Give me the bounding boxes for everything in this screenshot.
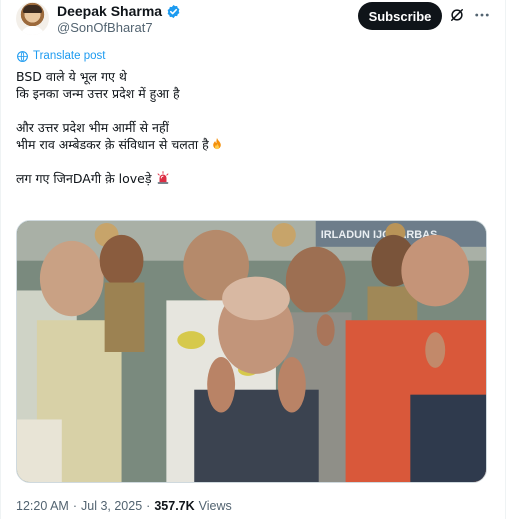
- translate-post-link[interactable]: Translate post: [16, 49, 105, 63]
- avatar[interactable]: [16, 2, 49, 35]
- post-line-with-emoji: भीम राव अम्बेडकर क़े संविधान से चलता है: [16, 136, 486, 153]
- post-text: BSD वाले ये भूल गए थे कि इनका जन्म उत्तर…: [16, 68, 486, 187]
- verified-badge-icon[interactable]: [166, 4, 181, 19]
- post-line: भीम राव अम्बेडकर क़े संविधान से चलता है: [16, 137, 209, 152]
- post-line: और उत्तर प्रदेश भीम आर्मी से नहीं: [16, 120, 169, 135]
- more-options-icon[interactable]: [473, 6, 491, 24]
- post-time[interactable]: 12:20 AM: [16, 499, 69, 513]
- post-line-with-emoji: लग गए जिनDAगी क़े loveड़े: [16, 170, 486, 187]
- subscribe-button[interactable]: Subscribe: [358, 2, 442, 30]
- avatar-hair: [23, 5, 42, 13]
- avatar-shirt: [20, 26, 45, 35]
- post-line: कि इनका जन्म उत्तर प्रदेश में हुआ है: [16, 86, 180, 101]
- post-card: Deepak Sharma @SonOfBharat7 Subscribe Tr…: [0, 0, 506, 519]
- siren-emoji-icon: [157, 171, 168, 184]
- video-frame: IRLADUN IJOHARBAS: [17, 221, 486, 482]
- author-name-row: Deepak Sharma: [57, 2, 181, 20]
- post-date[interactable]: Jul 3, 2025: [81, 499, 142, 513]
- translate-icon: [17, 50, 28, 62]
- translate-post-label[interactable]: Translate post: [33, 50, 105, 62]
- author-name[interactable]: Deepak Sharma: [57, 3, 162, 19]
- meta-separator: ·: [72, 499, 77, 513]
- author-handle[interactable]: @SonOfBharat7: [57, 20, 153, 35]
- meta-separator: ·: [146, 499, 151, 513]
- fire-emoji-icon: [212, 137, 221, 150]
- post-meta: 12:20 AM · Jul 3, 2025 · 357.7K Views: [16, 497, 232, 515]
- views-label: Views: [198, 499, 232, 513]
- grok-icon[interactable]: [448, 6, 466, 24]
- views-count[interactable]: 357.7K: [154, 499, 194, 513]
- video-media[interactable]: IRLADUN IJOHARBAS: [16, 220, 487, 483]
- post-line: लग गए जिनDAगी क़े loveड़े: [16, 171, 152, 186]
- post-line: BSD वाले ये भूल गए थे: [16, 69, 127, 84]
